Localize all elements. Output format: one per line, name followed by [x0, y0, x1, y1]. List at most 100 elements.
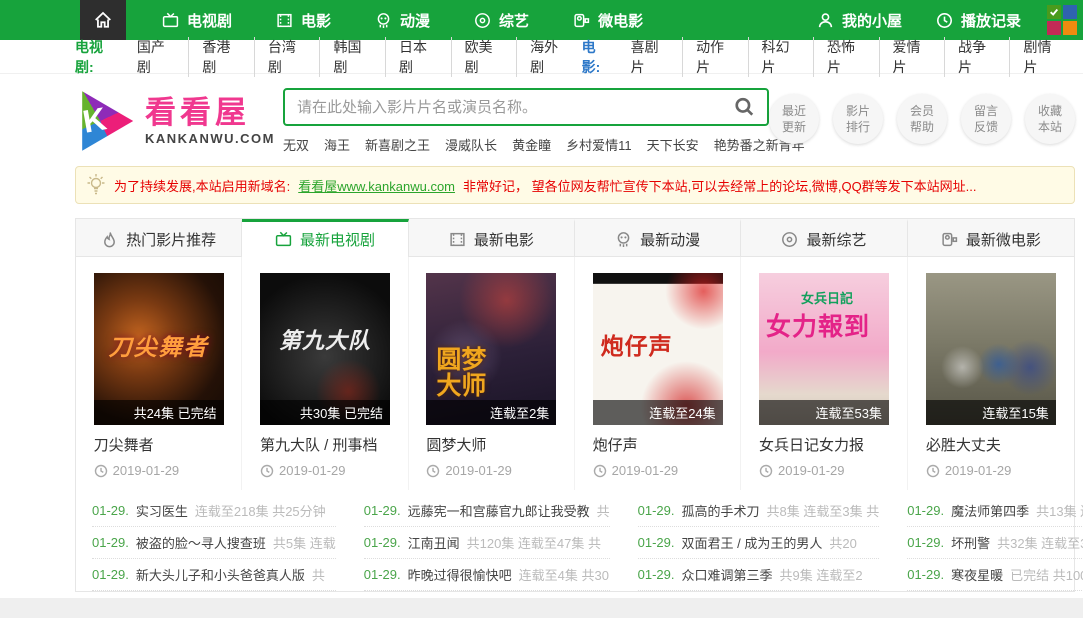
- camera-icon: [573, 12, 590, 29]
- tv-link-taiwan[interactable]: 台湾剧: [254, 37, 320, 77]
- list-item[interactable]: 01-29. 远藤宪一和宫藤官九郎让我受教 共: [364, 495, 610, 527]
- poster-title-text: 炮仔声: [601, 327, 673, 361]
- list-item[interactable]: 01-29. 昨晚过得很愉快吧 连载至4集 共30: [364, 559, 610, 591]
- poster-image[interactable]: 女兵日記 女力報到 连载至53集: [759, 273, 889, 425]
- list-item[interactable]: 01-29. 众口难调第三季 共9集 连载至2: [638, 559, 880, 591]
- tv-link-overseas[interactable]: 海外剧: [516, 37, 582, 77]
- video-title[interactable]: 圆梦大师: [426, 434, 556, 455]
- notice-text-prefix: 为了持续发展,本站启用新域名:: [114, 176, 290, 195]
- news-column: 01-29. 远藤宪一和宫藤官九郎让我受教 共 01-29. 江南丑闻 共120…: [364, 495, 610, 591]
- movie-link-scifi[interactable]: 科幻片: [748, 37, 813, 77]
- tab-latest-variety[interactable]: 最新综艺: [741, 219, 907, 256]
- nav-item-label: 综艺: [499, 10, 529, 31]
- nav-item-label: 动漫: [400, 10, 430, 31]
- video-title[interactable]: 炮仔声: [593, 434, 723, 455]
- quick-buttons: 最近 更新 影片 排行 会员 帮助 留言 反馈 收藏 本站: [769, 88, 1075, 154]
- nav-item-label: 微电影: [598, 10, 643, 31]
- tab-latest-movies[interactable]: 最新电影: [409, 219, 575, 256]
- site-header: K 看看屋 KANKANWU.COM 无双 海王 新喜剧之王 漫威队长 黄金瞳 …: [75, 74, 1075, 154]
- movie-link-horror[interactable]: 恐怖片: [813, 37, 878, 77]
- nav-home-button[interactable]: [80, 0, 126, 40]
- tab-latest-tv[interactable]: 最新电视剧: [242, 219, 408, 257]
- tv-link-korea[interactable]: 韩国剧: [319, 37, 385, 77]
- hot-keyword[interactable]: 乡村爱情11: [566, 135, 632, 154]
- poster-image[interactable]: 炮仔声 连载至24集: [593, 273, 723, 425]
- notice-text-suffix: 非常好记， 望各位网友帮忙宣传下本站,可以去经常上的论坛,微博,QQ群等发下本站…: [463, 176, 977, 195]
- recent-updates-button[interactable]: 最近 更新: [769, 94, 819, 144]
- nav-item-variety[interactable]: 综艺: [466, 0, 537, 40]
- video-card: 炮仔声 连载至24集 炮仔声 2019-01-29: [575, 257, 741, 490]
- clock-icon: [936, 12, 953, 29]
- poster-image[interactable]: 第九大队 共30集 已完结: [260, 273, 390, 425]
- tv-icon: [162, 12, 179, 29]
- hot-keyword[interactable]: 新喜剧之王: [365, 135, 430, 154]
- feedback-button[interactable]: 留言 反馈: [961, 94, 1011, 144]
- section-tabs: 热门影片推荐 最新电视剧 最新电影: [76, 219, 1074, 257]
- list-item[interactable]: 01-29. 新大头儿子和小头爸爸真人版 共: [92, 559, 336, 591]
- tv-link-hongkong[interactable]: 香港剧: [188, 37, 254, 77]
- movie-category-label: 电影:: [582, 37, 612, 77]
- tv-link-western[interactable]: 欧美剧: [451, 37, 517, 77]
- hot-keyword[interactable]: 天下长安: [647, 135, 699, 154]
- video-title[interactable]: 第九大队 / 刑事档: [260, 434, 390, 455]
- video-title[interactable]: 刀尖舞者: [94, 434, 224, 455]
- home-icon: [94, 11, 112, 29]
- list-item[interactable]: 01-29. 坏刑警 共32集 连载至30集 共30分: [907, 527, 1083, 559]
- hot-keywords: 无双 海王 新喜剧之王 漫威队长 黄金瞳 乡村爱情11 天下长安 艳势番之新青年: [283, 135, 769, 154]
- movie-category-group: 电影: 喜剧片 动作片 科幻片 恐怖片 爱情片 战争片 剧情片: [582, 37, 1075, 77]
- search-button[interactable]: [721, 90, 767, 124]
- nav-play-history[interactable]: 播放记录: [936, 0, 1021, 40]
- hot-keyword[interactable]: 无双: [283, 135, 309, 154]
- movie-link-drama[interactable]: 剧情片: [1009, 37, 1074, 77]
- video-card: 连载至15集 必胜大丈夫 2019-01-29: [908, 257, 1074, 490]
- tv-link-japan[interactable]: 日本剧: [385, 37, 451, 77]
- list-item[interactable]: 01-29. 实习医生 连载至218集 共25分钟: [92, 495, 336, 527]
- search-input[interactable]: [285, 99, 721, 116]
- list-item[interactable]: 01-29. 魔法师第四季 共13集 连载至1集: [907, 495, 1083, 527]
- movie-link-action[interactable]: 动作片: [682, 37, 747, 77]
- grid-orange-square: [1063, 21, 1077, 35]
- app-grid-icon[interactable]: [1047, 5, 1077, 35]
- nav-item-anime[interactable]: 动漫: [367, 0, 438, 40]
- tv-link-domestic[interactable]: 国产剧: [124, 37, 189, 77]
- video-title[interactable]: 女兵日记女力报: [759, 434, 889, 455]
- list-item[interactable]: 01-29. 江南丑闻 共120集 连载至47集 共: [364, 527, 610, 559]
- movie-link-romance[interactable]: 爱情片: [879, 37, 944, 77]
- bookmark-site-button[interactable]: 收藏 本站: [1025, 94, 1075, 144]
- member-help-button[interactable]: 会员 帮助: [897, 94, 947, 144]
- hot-keyword[interactable]: 漫威队长: [445, 135, 497, 154]
- bulb-icon: [86, 173, 106, 197]
- tv-icon: [275, 231, 292, 248]
- hot-keyword[interactable]: 黄金瞳: [512, 135, 551, 154]
- clock-icon: [94, 464, 108, 478]
- poster-image[interactable]: 刀尖舞者 共24集 已完结: [94, 273, 224, 425]
- video-date: 2019-01-29: [260, 463, 390, 478]
- episode-badge: 共30集 已完结: [260, 400, 390, 425]
- tab-latest-micro-movie[interactable]: 最新微电影: [908, 219, 1074, 256]
- list-item[interactable]: 01-29. 孤高的手术刀 共8集 连载至3集 共: [638, 495, 880, 527]
- tab-latest-anime[interactable]: 最新动漫: [575, 219, 741, 256]
- search-box: [283, 88, 769, 126]
- video-title[interactable]: 必胜大丈夫: [926, 434, 1056, 455]
- list-item[interactable]: 01-29. 被盗的脸～寻人搜查班 共5集 连载: [92, 527, 336, 559]
- movie-link-comedy[interactable]: 喜剧片: [618, 37, 682, 77]
- list-item[interactable]: 01-29. 寒夜星暖 已完结 共100分钟: [907, 559, 1083, 591]
- poster-image[interactable]: 连载至15集: [926, 273, 1056, 425]
- site-logo[interactable]: K 看看屋 KANKANWU.COM: [75, 88, 283, 154]
- nav-item-tv-series[interactable]: 电视剧: [154, 0, 240, 40]
- list-item[interactable]: 01-29. 双面君王 / 成为王的男人 共20: [638, 527, 880, 559]
- tab-hot-recommend[interactable]: 热门影片推荐: [76, 219, 242, 256]
- nav-play-history-label: 播放记录: [961, 10, 1021, 31]
- poster-title-text: 第九大队: [260, 323, 390, 355]
- nav-item-micro-movie[interactable]: 微电影: [565, 0, 651, 40]
- search-area: 无双 海王 新喜剧之王 漫威队长 黄金瞳 乡村爱情11 天下长安 艳势番之新青年: [283, 88, 769, 154]
- ranking-button[interactable]: 影片 排行: [833, 94, 883, 144]
- poster-subtitle-text: 女兵日記: [801, 288, 853, 307]
- hot-keyword[interactable]: 海王: [324, 135, 350, 154]
- poster-image[interactable]: 圆梦大师 连载至2集: [426, 273, 556, 425]
- notice-domain-link[interactable]: 看看屋www.kankanwu.com: [298, 176, 455, 195]
- nav-my-home[interactable]: 我的小屋: [817, 0, 902, 40]
- clock-icon: [926, 464, 940, 478]
- movie-link-war[interactable]: 战争片: [944, 37, 1009, 77]
- nav-item-movies[interactable]: 电影: [268, 0, 339, 40]
